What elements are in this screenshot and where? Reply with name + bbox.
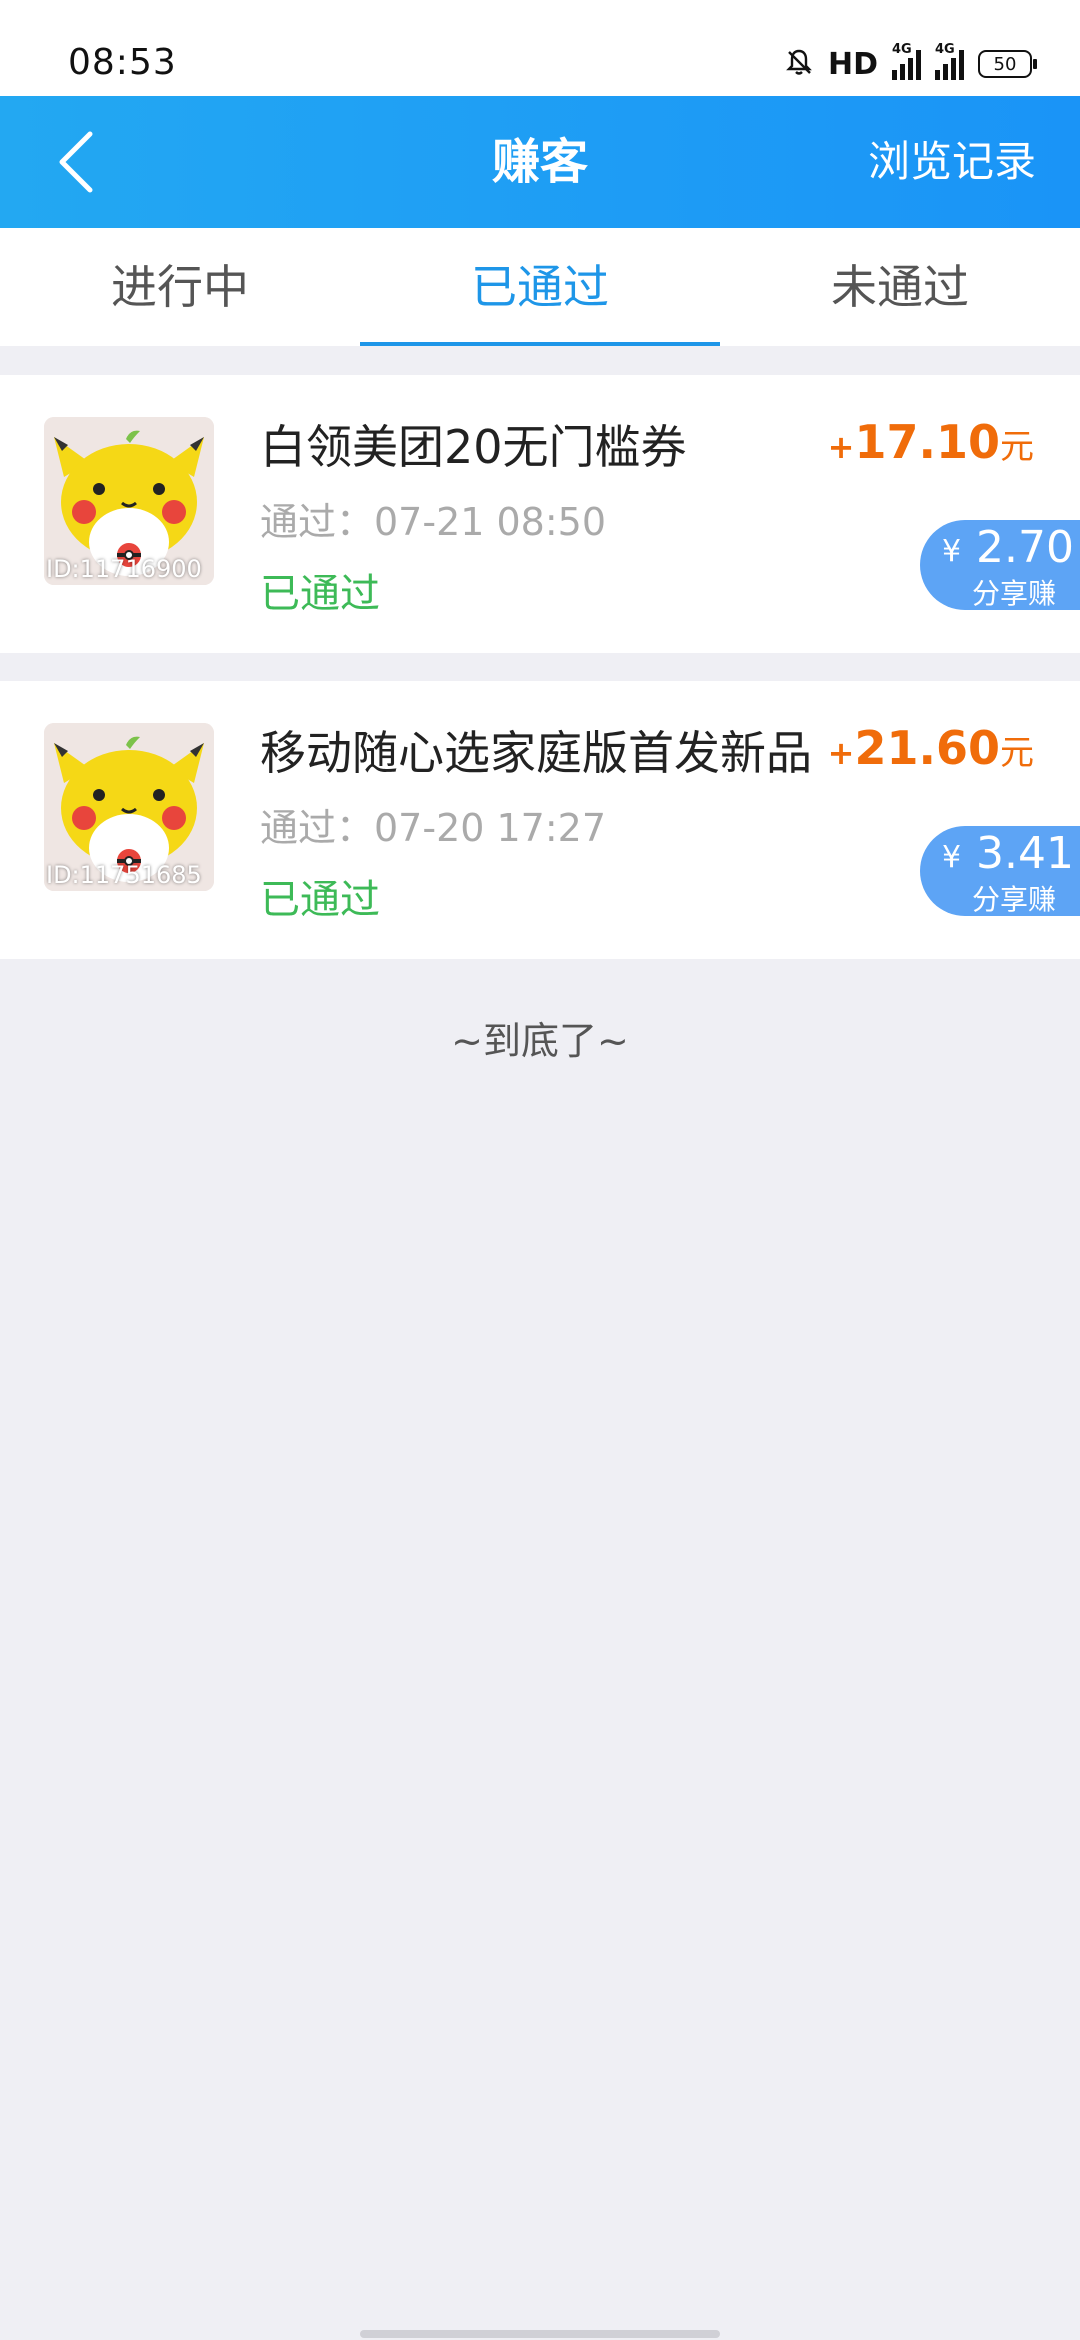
chevron-left-icon [59, 131, 93, 193]
battery-icon: 50 [978, 50, 1037, 78]
status-time: 08:53 [68, 42, 177, 83]
reward-amount: +17.10元 [828, 415, 1034, 469]
hd-voice-icon: HD [827, 46, 878, 82]
home-indicator[interactable] [360, 2330, 720, 2338]
avatar-id: ID:11716900 [46, 555, 202, 583]
back-button[interactable] [36, 120, 116, 204]
yen-symbol: ¥ [942, 840, 962, 875]
yen-symbol: ¥ [942, 534, 962, 569]
reward-value: 17.10 [854, 415, 1000, 469]
mute-bell-icon [784, 47, 814, 82]
item-title: 白领美团20无门槛券 [260, 420, 687, 474]
share-earn-button[interactable]: ¥ 3.41 分享赚 [920, 826, 1080, 916]
status-badge: 已通过 [260, 571, 380, 617]
tab-rejected[interactable]: 未通过 [720, 228, 1080, 346]
status-bar: 08:53 HD 4G 4G 50 [0, 0, 1080, 96]
share-amount: 2.70 [976, 522, 1074, 573]
tab-passed[interactable]: 已通过 [360, 228, 720, 346]
reward-amount: +21.60元 [828, 721, 1034, 775]
signal-icon: 4G [892, 42, 921, 80]
item-time: 通过：07-21 08:50 [260, 500, 607, 544]
task-card[interactable]: ID:11716900 白领美团20无门槛券 通过：07-21 08:50 已通… [0, 375, 1080, 653]
task-card[interactable]: ID:11751685 移动随心选家庭版首发新品 通过：07-20 17:27 … [0, 681, 1080, 959]
status-badge: 已通过 [260, 877, 380, 923]
reward-value: 21.60 [854, 721, 1000, 775]
avatar-id: ID:11751685 [46, 861, 202, 889]
item-title: 移动随心选家庭版首发新品 [260, 726, 812, 780]
reward-unit: 元 [1000, 733, 1034, 773]
status-icons: HD 4G 4G 50 [784, 42, 1037, 84]
end-of-list-text: ~到底了~ [451, 1019, 629, 1063]
share-earn-button[interactable]: ¥ 2.70 分享赚 [920, 520, 1080, 610]
tab-bar: 进行中 已通过 未通过 [0, 228, 1080, 346]
avatar: ID:11716900 [44, 417, 214, 585]
share-label: 分享赚 [972, 883, 1057, 916]
signal-icon-2: 4G [935, 42, 964, 80]
reward-plus: + [827, 428, 855, 466]
avatar: ID:11751685 [44, 723, 214, 891]
share-label: 分享赚 [972, 577, 1057, 610]
app-bar: 赚客 浏览记录 [0, 96, 1080, 228]
tab-in-progress[interactable]: 进行中 [0, 228, 360, 346]
item-time: 通过：07-20 17:27 [260, 806, 607, 850]
browse-history-link[interactable]: 浏览记录 [868, 96, 1036, 228]
reward-plus: + [827, 734, 855, 772]
reward-unit: 元 [1000, 427, 1034, 467]
share-amount: 3.41 [976, 828, 1074, 879]
